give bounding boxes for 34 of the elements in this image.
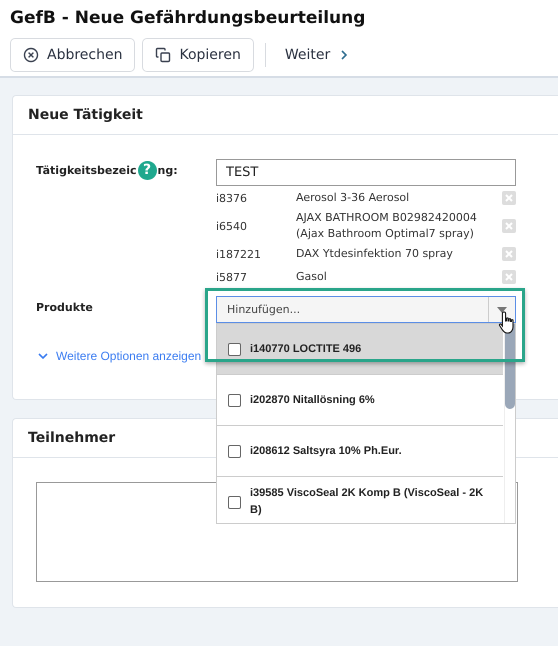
chevron-down-icon [38, 352, 48, 360]
product-id: i5877 [216, 270, 248, 284]
product-name: DAX Ytdesinfektion 70 spray [296, 246, 454, 262]
copy-icon [155, 47, 172, 63]
select-field[interactable]: Hinzufügen... [216, 296, 516, 323]
dropdown-option[interactable]: i208612 Saltsyra 10% Ph.Eur. [217, 426, 503, 477]
checkbox[interactable] [228, 444, 241, 458]
page-title: GefB - Neue Gefährdungsbeurteilung [10, 8, 366, 28]
product-id: i8376 [216, 192, 248, 204]
input-field[interactable]: TEST [216, 159, 516, 186]
close-icon [505, 194, 513, 202]
product-id: i6540 [216, 220, 248, 232]
close-icon [23, 47, 39, 63]
product-name: Gasol [296, 269, 328, 285]
text-area[interactable] [36, 482, 518, 582]
cancel-button[interactable]: Abbrechen [10, 38, 136, 72]
field-label: Tätigkeitsbezeic [36, 164, 136, 176]
field-label: ng: [158, 164, 178, 176]
close-icon [505, 222, 513, 230]
checkbox[interactable] [228, 496, 241, 508]
dropdown-option[interactable]: i140770 LOCTITE 496 [217, 324, 503, 375]
copy-button[interactable]: Kopieren [142, 38, 254, 72]
dropdown-option[interactable]: i202870 Nitallösning 6% [217, 375, 503, 426]
card-heading: Neue Tätigkeit [13, 96, 558, 135]
field-label: Produkte [36, 300, 94, 316]
product-id: i187221 [216, 248, 262, 260]
close-icon [505, 273, 513, 281]
close-icon [505, 250, 513, 258]
chevron-right-icon [340, 49, 348, 61]
checkbox[interactable] [228, 342, 241, 356]
more-options-link[interactable]: Weitere Optionen anzeigen [38, 349, 202, 363]
product-name: Aerosol 3-36 Aerosol [296, 190, 410, 206]
product-name: AJAX BATHROOM B02982420004 (Ajax Bathroom Optimal7 spray) [296, 210, 478, 242]
checkbox[interactable] [228, 394, 241, 406]
